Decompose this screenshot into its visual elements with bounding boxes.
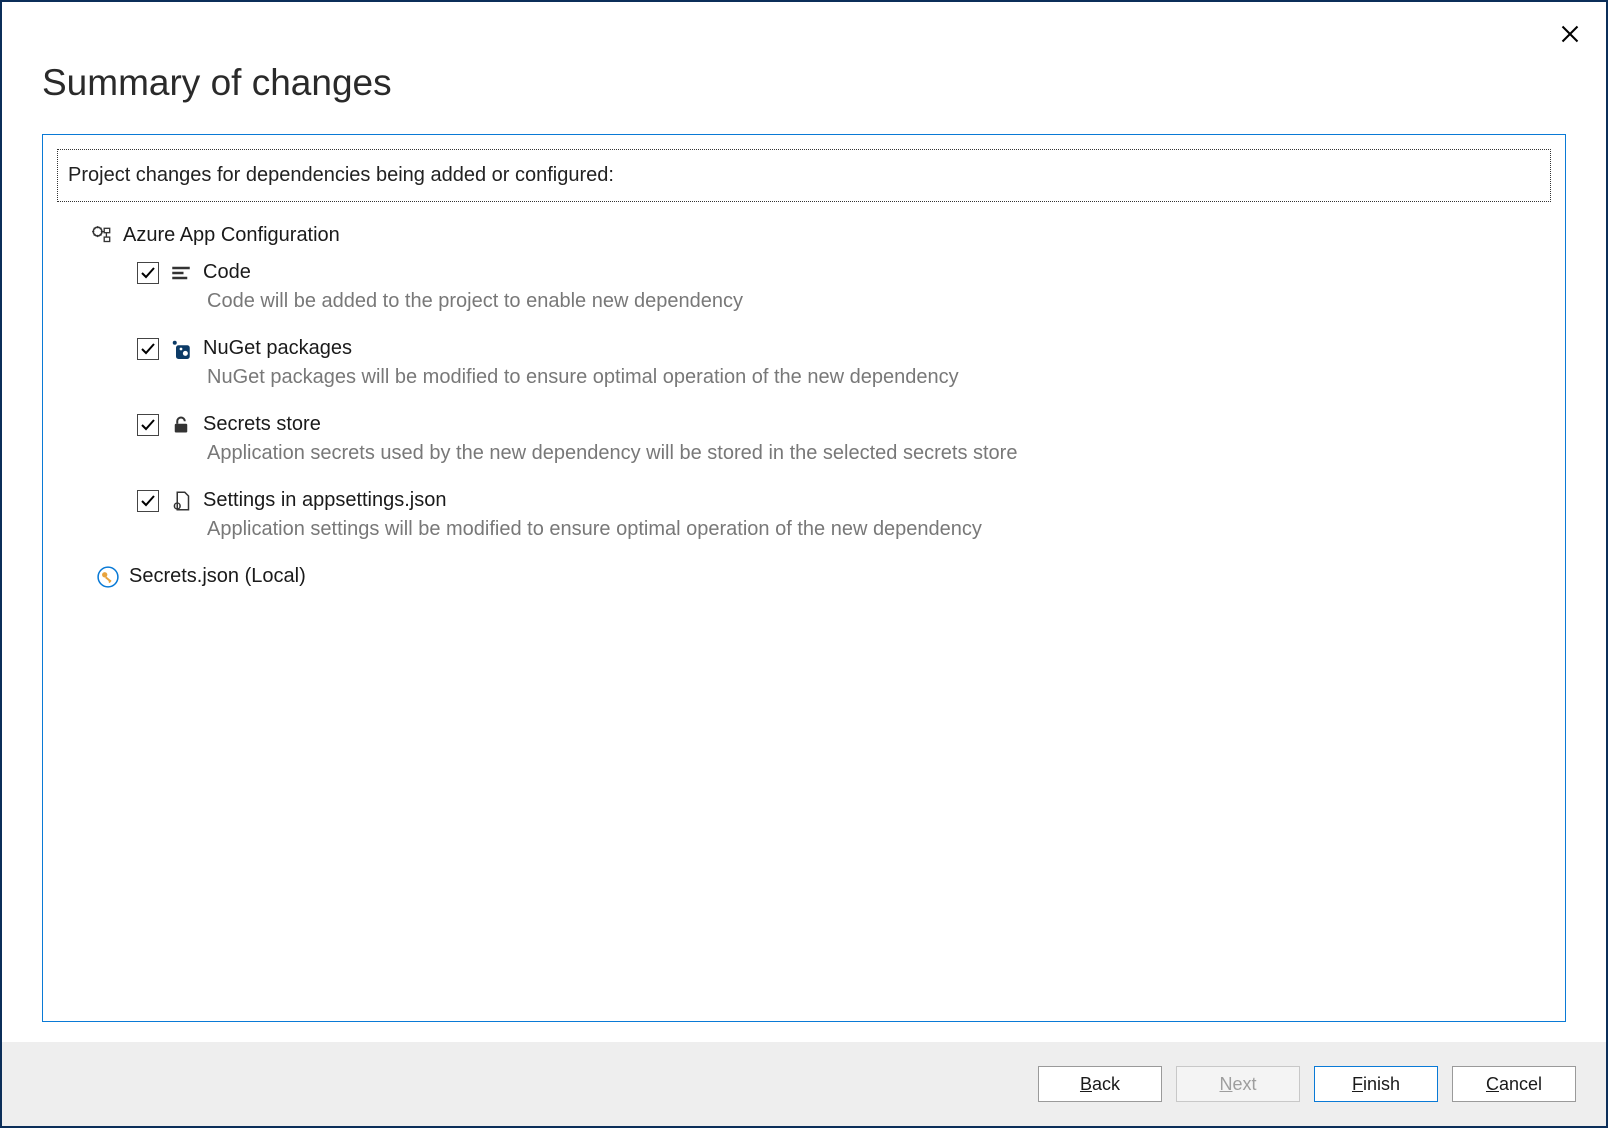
- change-desc-code: Code will be added to the project to ena…: [137, 290, 1551, 313]
- change-title-nuget: NuGet packages: [203, 337, 352, 360]
- change-item-secrets: Secrets store Application secrets used b…: [57, 413, 1551, 465]
- checkbox-secrets[interactable]: [137, 414, 159, 436]
- lock-icon: [171, 415, 191, 435]
- back-button[interactable]: Back: [1038, 1066, 1162, 1102]
- dialog-window: Summary of changes Project changes for d…: [0, 0, 1608, 1128]
- checkbox-appsettings[interactable]: [137, 490, 159, 512]
- back-label-rest: ack: [1092, 1074, 1120, 1094]
- change-title-code: Code: [203, 261, 251, 284]
- code-icon: [171, 263, 191, 283]
- change-item-code: Code Code will be added to the project t…: [57, 261, 1551, 313]
- content-panel: Project changes for dependencies being a…: [42, 134, 1566, 1022]
- key-icon: [97, 566, 119, 588]
- close-icon: [1560, 24, 1580, 44]
- finish-label-rest: inish: [1363, 1074, 1400, 1094]
- change-title-appsettings: Settings in appsettings.json: [203, 489, 447, 512]
- content-wrapper: Project changes for dependencies being a…: [2, 134, 1606, 1042]
- change-desc-secrets: Application secrets used by the new depe…: [137, 442, 1551, 465]
- dependency-name: Azure App Configuration: [123, 224, 340, 247]
- change-desc-appsettings: Application settings will be modified to…: [137, 518, 1551, 541]
- checkbox-nuget[interactable]: [137, 338, 159, 360]
- finish-button[interactable]: Finish: [1314, 1066, 1438, 1102]
- next-button: Next: [1176, 1066, 1300, 1102]
- checkbox-code[interactable]: [137, 262, 159, 284]
- change-item-appsettings: Settings in appsettings.json Application…: [57, 489, 1551, 541]
- change-desc-nuget: NuGet packages will be modified to ensur…: [137, 366, 1551, 389]
- dialog-footer: Back Next Finish Cancel: [2, 1042, 1606, 1126]
- cancel-button[interactable]: Cancel: [1452, 1066, 1576, 1102]
- change-title-secrets: Secrets store: [203, 413, 321, 436]
- dialog-title: Summary of changes: [42, 62, 1566, 104]
- nuget-icon: [171, 339, 191, 359]
- dialog-header: Summary of changes: [2, 2, 1606, 134]
- secrets-store-label: Secrets.json (Local): [129, 565, 306, 588]
- intro-text: Project changes for dependencies being a…: [57, 149, 1551, 202]
- cancel-label-rest: ancel: [1499, 1074, 1542, 1094]
- change-item-nuget: NuGet packages NuGet packages will be mo…: [57, 337, 1551, 389]
- settings-file-icon: [171, 491, 191, 511]
- next-label-rest: ext: [1232, 1074, 1256, 1094]
- close-button[interactable]: [1554, 18, 1586, 50]
- azure-app-config-icon: [91, 225, 113, 247]
- secrets-store-row: Secrets.json (Local): [57, 565, 1551, 588]
- dependency-row: Azure App Configuration: [57, 224, 1551, 247]
